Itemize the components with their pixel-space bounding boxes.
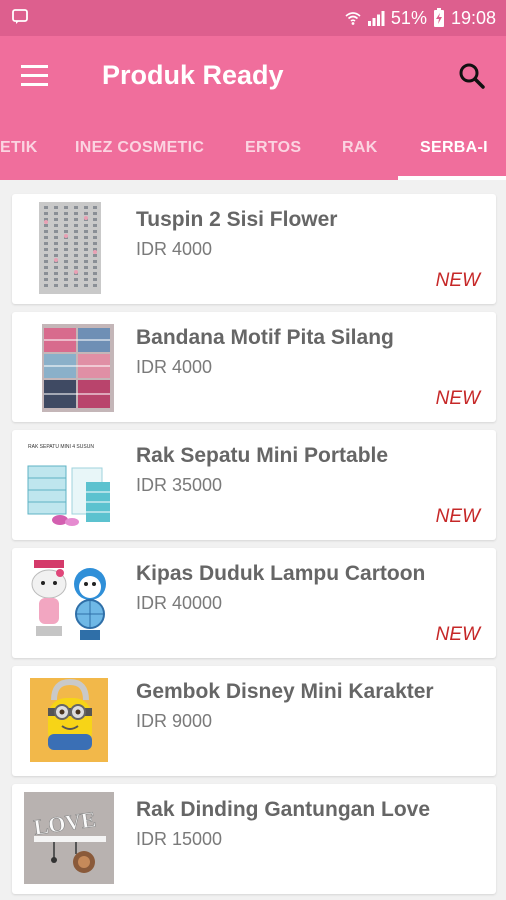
product-name: Kipas Duduk Lampu Cartoon: [136, 562, 426, 585]
thumb-caption: RAK SEPATU MINI 4 SUSUN: [28, 444, 94, 450]
product-name: Gembok Disney Mini Karakter: [136, 680, 434, 703]
battery-percent: 51%: [390, 7, 427, 28]
product-card[interactable]: Gembok Disney Mini Karakter IDR 9000: [12, 666, 496, 776]
product-name: Bandana Motif Pita Silang: [136, 326, 394, 349]
tab-ertos[interactable]: ERTOS: [245, 116, 301, 180]
product-name: Rak Dinding Gantungan Love: [136, 798, 431, 821]
app-bar: Produk Ready: [0, 36, 506, 116]
battery-charging-icon: [433, 8, 444, 27]
wifi-icon: [345, 12, 361, 25]
page-title: Produk Ready: [102, 60, 284, 90]
product-price: IDR 35000: [136, 475, 223, 495]
signal-icon: [367, 11, 385, 26]
product-name: Tuspin 2 Sisi Flower: [136, 208, 338, 231]
tab-etik[interactable]: ETIK: [0, 116, 38, 180]
tab-serba-i[interactable]: SERBA-I: [420, 116, 488, 180]
product-image: [24, 202, 114, 294]
product-card[interactable]: Bandana Motif Pita Silang IDR 4000 NEW: [12, 312, 496, 422]
tab-inez-cosmetic[interactable]: INEZ COSMETIC: [75, 116, 204, 180]
product-card[interactable]: Tuspin 2 Sisi Flower IDR 4000 NEW: [12, 194, 496, 304]
new-badge: NEW: [435, 270, 480, 291]
product-card[interactable]: Kipas Duduk Lampu Cartoon IDR 40000 NEW: [12, 548, 496, 658]
product-image: [24, 556, 114, 648]
product-list: Tuspin 2 Sisi Flower IDR 4000 NEW Bandan…: [0, 180, 506, 900]
product-price: IDR 4000: [136, 239, 213, 259]
hamburger-menu-icon[interactable]: [20, 62, 50, 90]
product-price: IDR 9000: [136, 711, 213, 731]
new-badge: NEW: [435, 506, 480, 527]
product-price: IDR 4000: [136, 357, 213, 377]
status-time: 19:08: [450, 7, 496, 28]
product-price: IDR 40000: [136, 593, 223, 613]
new-badge: NEW: [435, 624, 480, 645]
product-card[interactable]: RAK SEPATU MINI 4 SUSUN Rak Sepatu Mini …: [12, 430, 496, 540]
status-bar: 51% 19:08: [0, 0, 506, 36]
product-card[interactable]: LOVE Rak Dinding Gantungan Love IDR 1500…: [12, 784, 496, 894]
category-tabs: ETIK INEZ COSMETIC ERTOS RAK SERBA-I: [0, 116, 506, 180]
tab-rak[interactable]: RAK: [342, 116, 378, 180]
product-name: Rak Sepatu Mini Portable: [136, 444, 389, 467]
search-icon[interactable]: [456, 60, 488, 92]
notification-icon: [12, 9, 28, 24]
product-image: [24, 674, 114, 766]
new-badge: NEW: [435, 388, 480, 409]
product-image: [24, 320, 114, 412]
product-image: LOVE: [24, 792, 114, 884]
product-price: IDR 15000: [136, 829, 223, 849]
product-image: RAK SEPATU MINI 4 SUSUN: [24, 438, 114, 530]
